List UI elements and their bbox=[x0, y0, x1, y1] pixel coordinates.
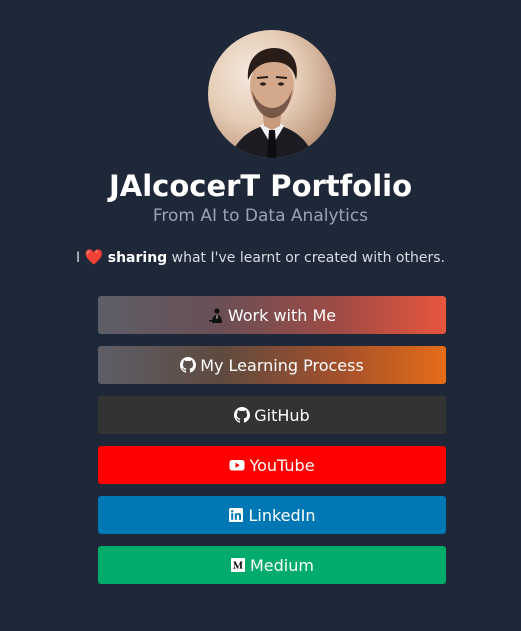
youtube-label: YouTube bbox=[249, 455, 315, 475]
github-button[interactable]: GitHub bbox=[98, 396, 446, 434]
linkedin-button[interactable]: LinkedIn bbox=[98, 496, 446, 534]
work-with-me-button[interactable]: Work with Me bbox=[98, 296, 446, 334]
page-title: JAlcocerT Portfolio bbox=[108, 169, 412, 203]
linkedin-icon bbox=[228, 507, 244, 523]
work-with-me-label: Work with Me bbox=[227, 305, 337, 325]
avatar-portrait bbox=[230, 48, 314, 158]
avatar bbox=[208, 30, 336, 158]
learning-process-label: My Learning Process bbox=[200, 355, 364, 375]
github-icon bbox=[234, 407, 251, 423]
person-in-suit-icon bbox=[208, 307, 224, 323]
learning-process-button[interactable]: My Learning Process bbox=[98, 346, 446, 384]
linkedin-label: LinkedIn bbox=[248, 505, 316, 525]
page-subtitle: From AI to Data Analytics bbox=[152, 206, 369, 226]
medium-button[interactable]: Medium bbox=[98, 546, 446, 584]
medium-label: Medium bbox=[250, 555, 314, 575]
heart-icon: ❤️ bbox=[84, 248, 104, 266]
youtube-button[interactable]: YouTube bbox=[98, 446, 446, 484]
tagline-end: what I've learnt or created with others. bbox=[171, 250, 445, 266]
youtube-icon bbox=[229, 457, 245, 473]
github-icon bbox=[180, 357, 197, 373]
profile-page: JAlcocerT Portfolio From AI to Data Anal… bbox=[0, 0, 521, 631]
tagline-start: I bbox=[76, 250, 81, 266]
github-label: GitHub bbox=[254, 405, 310, 425]
tagline-bold: sharing bbox=[107, 250, 168, 266]
tagline: I ❤️ sharing what I've learnt or created… bbox=[0, 247, 521, 268]
medium-icon bbox=[230, 557, 246, 573]
